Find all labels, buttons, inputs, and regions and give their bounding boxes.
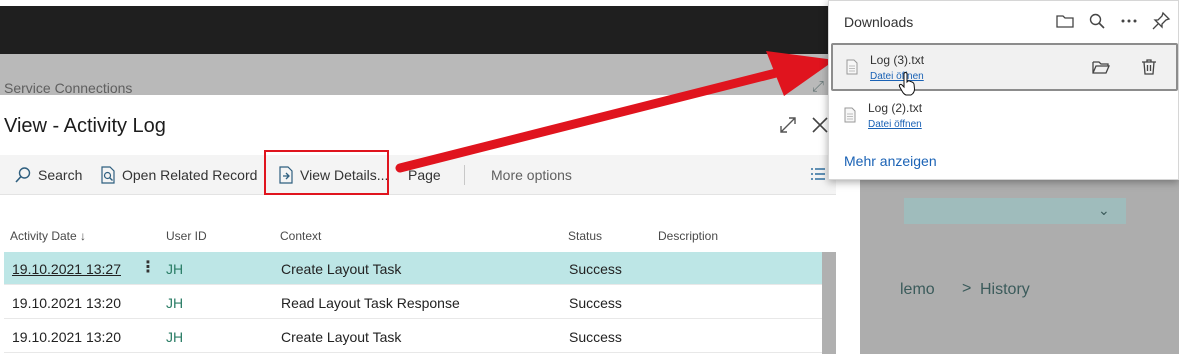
search-label: Search	[38, 167, 83, 183]
column-header-description[interactable]: Description	[658, 229, 718, 243]
page-menu-button[interactable]: Page	[408, 155, 441, 195]
vertical-scrollbar[interactable]	[822, 252, 836, 354]
downloads-title: Downloads	[844, 14, 914, 30]
status-cell: Success	[569, 261, 622, 277]
user-id-cell: JH	[166, 261, 184, 277]
hand-cursor-icon	[898, 72, 916, 96]
table-row[interactable]: 19.10.2021 13:20 JH Read Layout Task Res…	[4, 286, 822, 319]
more-options-label: More options	[491, 167, 572, 183]
delete-icon[interactable]	[1139, 57, 1159, 82]
folder-open-icon[interactable]	[1091, 57, 1111, 82]
more-options-button[interactable]: More options	[491, 155, 572, 195]
search-icon[interactable]	[1087, 11, 1107, 31]
row-menu-icon[interactable]: ⋮	[140, 257, 156, 277]
status-cell: Success	[569, 329, 622, 345]
list-view-icon[interactable]	[810, 167, 826, 186]
open-file-link[interactable]: Datei öffnen	[868, 119, 922, 130]
search-button[interactable]: Search	[14, 155, 82, 195]
download-file-name: Log (2).txt	[868, 101, 923, 115]
activity-date-cell[interactable]: 19.10.2021 13:20	[12, 295, 121, 311]
file-icon	[844, 107, 856, 123]
background-dropdown-field[interactable]	[904, 198, 1126, 224]
context-cell: Create Layout Task	[281, 261, 402, 277]
close-icon[interactable]	[810, 115, 830, 135]
activity-date-cell[interactable]: 19.10.2021 13:27	[12, 261, 121, 277]
download-item[interactable]: Log (2).txt Datei öffnen	[831, 93, 1178, 141]
background-page-title: Service Connections	[4, 80, 133, 96]
column-header-user-id[interactable]: User ID	[166, 229, 207, 243]
chevron-down-icon: ⌄	[1098, 202, 1110, 218]
open-related-record-label: Open Related Record	[122, 167, 258, 183]
status-cell: Success	[569, 295, 622, 311]
table-row[interactable]: 19.10.2021 13:27 ⋮ JH Create Layout Task…	[4, 252, 822, 285]
document-search-icon	[101, 166, 115, 184]
breadcrumb-separator: >	[962, 280, 972, 297]
download-file-name: Log (3).txt	[870, 53, 925, 67]
more-icon[interactable]	[1119, 11, 1139, 31]
highlight-box	[264, 150, 389, 195]
column-header-status[interactable]: Status	[568, 229, 602, 243]
action-toolbar: Search Open Related Record View Details.…	[0, 155, 836, 195]
activity-date-cell[interactable]: 19.10.2021 13:20	[12, 329, 121, 345]
column-header-activity-date[interactable]: Activity Date ↓	[10, 229, 86, 243]
download-item[interactable]: Log (3).txt Datei öffnen	[831, 43, 1178, 91]
breadcrumb-item-demo[interactable]: lemo	[900, 281, 935, 299]
downloads-panel: Downloads Log (3).txt Datei öffnen Log (…	[828, 0, 1179, 180]
activity-log-dialog: View - Activity Log Search Open Related …	[0, 95, 860, 354]
dialog-title: View - Activity Log	[4, 115, 166, 137]
table-header: Activity Date ↓ User ID Context Status D…	[0, 225, 836, 249]
context-cell: Read Layout Task Response	[281, 295, 460, 311]
folder-icon[interactable]	[1055, 11, 1075, 31]
table-row[interactable]: 19.10.2021 13:20 JH Create Layout Task S…	[4, 320, 822, 353]
breadcrumb-item-history[interactable]: History	[980, 281, 1030, 299]
page-menu-label: Page	[408, 167, 441, 183]
user-id-cell: JH	[166, 295, 184, 311]
show-more-link[interactable]: Mehr anzeigen	[844, 153, 937, 169]
pin-icon[interactable]	[1151, 11, 1171, 31]
expand-icon: ⤢	[812, 78, 825, 95]
file-icon	[846, 59, 858, 75]
open-related-record-button[interactable]: Open Related Record	[100, 155, 257, 195]
context-cell: Create Layout Task	[281, 329, 402, 345]
search-icon	[15, 167, 31, 183]
column-header-context[interactable]: Context	[280, 229, 321, 243]
user-id-cell: JH	[166, 329, 184, 345]
toolbar-divider	[464, 165, 465, 185]
expand-icon[interactable]	[778, 115, 798, 135]
